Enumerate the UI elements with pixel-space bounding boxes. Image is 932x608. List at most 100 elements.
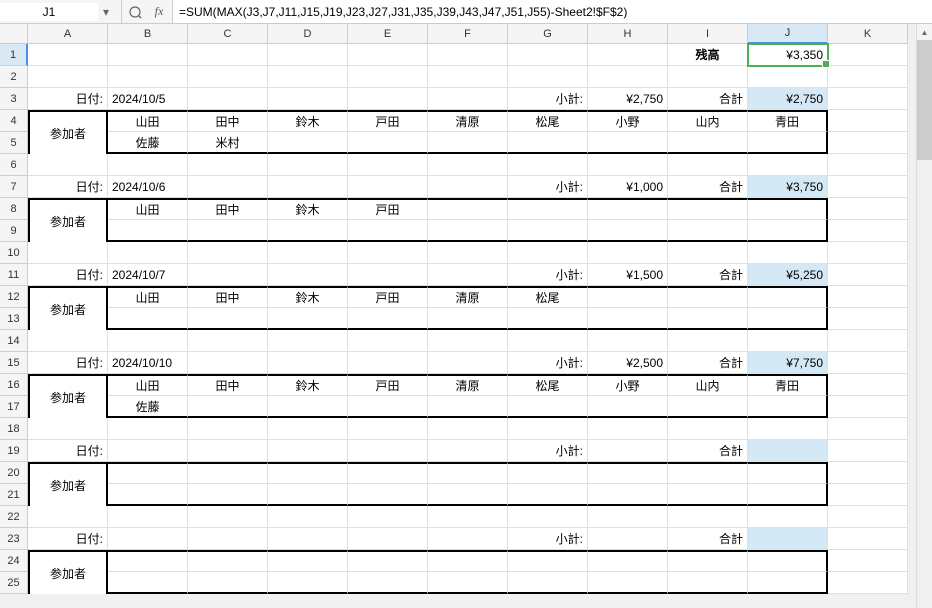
- cell-D13[interactable]: [268, 308, 348, 330]
- cell-J1[interactable]: ¥3,350: [748, 44, 828, 66]
- cell-J15[interactable]: ¥7,750: [748, 352, 828, 374]
- cell-D19[interactable]: [268, 440, 348, 462]
- cell-F11[interactable]: [428, 264, 508, 286]
- cell-H22[interactable]: [588, 506, 668, 528]
- cell-B22[interactable]: [108, 506, 188, 528]
- cell-C13[interactable]: [188, 308, 268, 330]
- cell-K3[interactable]: [828, 88, 908, 110]
- cell-B19[interactable]: [108, 440, 188, 462]
- cell-K19[interactable]: [828, 440, 908, 462]
- cell-C16[interactable]: 田中: [188, 374, 268, 396]
- cell-I6[interactable]: [668, 154, 748, 176]
- cell-E15[interactable]: [348, 352, 428, 374]
- cell-E13[interactable]: [348, 308, 428, 330]
- cell-J18[interactable]: [748, 418, 828, 440]
- cell-B21[interactable]: [108, 484, 188, 506]
- cell-F24[interactable]: [428, 550, 508, 572]
- cell-I14[interactable]: [668, 330, 748, 352]
- row-header-5[interactable]: 5: [0, 132, 28, 154]
- cell-E2[interactable]: [348, 66, 428, 88]
- cell-I10[interactable]: [668, 242, 748, 264]
- cell-E24[interactable]: [348, 550, 428, 572]
- cell-A2[interactable]: [28, 66, 108, 88]
- cell-F16[interactable]: 清原: [428, 374, 508, 396]
- cell-G5[interactable]: [508, 132, 588, 154]
- cell-F12[interactable]: 清原: [428, 286, 508, 308]
- column-header-H[interactable]: H: [588, 24, 668, 44]
- cell-C9[interactable]: [188, 220, 268, 242]
- cell-K17[interactable]: [828, 396, 908, 418]
- cell-B18[interactable]: [108, 418, 188, 440]
- cell-F2[interactable]: [428, 66, 508, 88]
- cell-A8[interactable]: 参加者: [28, 198, 108, 242]
- cell-G24[interactable]: [508, 550, 588, 572]
- cell-F6[interactable]: [428, 154, 508, 176]
- cell-K16[interactable]: [828, 374, 908, 396]
- cell-I5[interactable]: [668, 132, 748, 154]
- row-header-18[interactable]: 18: [0, 418, 28, 440]
- row-header-8[interactable]: 8: [0, 198, 28, 220]
- cell-E19[interactable]: [348, 440, 428, 462]
- cell-A22[interactable]: [28, 506, 108, 528]
- cell-E10[interactable]: [348, 242, 428, 264]
- cell-G17[interactable]: [508, 396, 588, 418]
- cell-A4[interactable]: 参加者: [28, 110, 108, 154]
- cell-G22[interactable]: [508, 506, 588, 528]
- row-header-17[interactable]: 17: [0, 396, 28, 418]
- cell-E16[interactable]: 戸田: [348, 374, 428, 396]
- cell-F10[interactable]: [428, 242, 508, 264]
- cell-K9[interactable]: [828, 220, 908, 242]
- row-header-12[interactable]: 12: [0, 286, 28, 308]
- cell-G11[interactable]: 小計:: [508, 264, 588, 286]
- cell-K8[interactable]: [828, 198, 908, 220]
- cell-I11[interactable]: 合計: [668, 264, 748, 286]
- cell-A14[interactable]: [28, 330, 108, 352]
- cell-I1[interactable]: 残高: [668, 44, 748, 66]
- cell-F21[interactable]: [428, 484, 508, 506]
- cell-E21[interactable]: [348, 484, 428, 506]
- cell-H20[interactable]: [588, 462, 668, 484]
- cell-A6[interactable]: [28, 154, 108, 176]
- cell-E18[interactable]: [348, 418, 428, 440]
- row-header-22[interactable]: 22: [0, 506, 28, 528]
- cell-F7[interactable]: [428, 176, 508, 198]
- cell-B4[interactable]: 山田: [108, 110, 188, 132]
- cell-C15[interactable]: [188, 352, 268, 374]
- cell-B3[interactable]: 2024/10/5: [108, 88, 188, 110]
- cell-D6[interactable]: [268, 154, 348, 176]
- cell-G10[interactable]: [508, 242, 588, 264]
- cell-K7[interactable]: [828, 176, 908, 198]
- cell-K22[interactable]: [828, 506, 908, 528]
- row-header-9[interactable]: 9: [0, 220, 28, 242]
- cell-J16[interactable]: 青田: [748, 374, 828, 396]
- row-header-14[interactable]: 14: [0, 330, 28, 352]
- column-header-D[interactable]: D: [268, 24, 348, 44]
- cell-B5[interactable]: 佐藤: [108, 132, 188, 154]
- cell-F17[interactable]: [428, 396, 508, 418]
- cell-H13[interactable]: [588, 308, 668, 330]
- cell-C5[interactable]: 米村: [188, 132, 268, 154]
- cell-B20[interactable]: [108, 462, 188, 484]
- cell-J7[interactable]: ¥3,750: [748, 176, 828, 198]
- cell-C1[interactable]: [188, 44, 268, 66]
- cell-I23[interactable]: 合計: [668, 528, 748, 550]
- cell-C2[interactable]: [188, 66, 268, 88]
- cell-I16[interactable]: 山内: [668, 374, 748, 396]
- cell-F25[interactable]: [428, 572, 508, 594]
- cell-H8[interactable]: [588, 198, 668, 220]
- row-header-21[interactable]: 21: [0, 484, 28, 506]
- cell-J3[interactable]: ¥2,750: [748, 88, 828, 110]
- cell-H3[interactable]: ¥2,750: [588, 88, 668, 110]
- cell-F8[interactable]: [428, 198, 508, 220]
- cell-B8[interactable]: 山田: [108, 198, 188, 220]
- column-header-C[interactable]: C: [188, 24, 268, 44]
- column-header-B[interactable]: B: [108, 24, 188, 44]
- cell-K15[interactable]: [828, 352, 908, 374]
- cell-F13[interactable]: [428, 308, 508, 330]
- cell-I3[interactable]: 合計: [668, 88, 748, 110]
- name-box[interactable]: [0, 3, 98, 21]
- cell-H1[interactable]: [588, 44, 668, 66]
- cell-D17[interactable]: [268, 396, 348, 418]
- cell-I22[interactable]: [668, 506, 748, 528]
- cell-K12[interactable]: [828, 286, 908, 308]
